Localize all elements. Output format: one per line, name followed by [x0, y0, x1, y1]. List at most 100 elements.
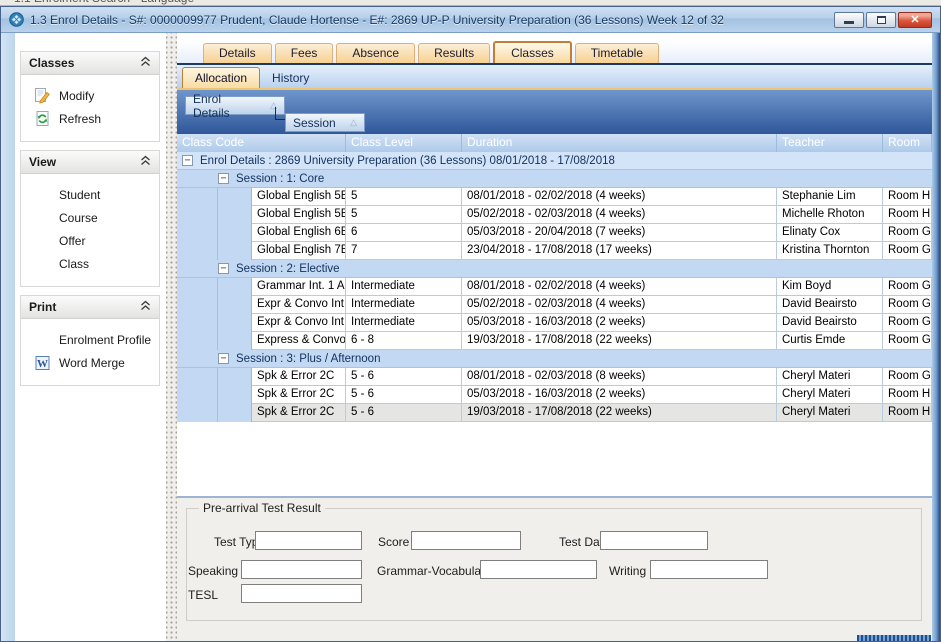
grid-cell-duration: 05/03/2018 - 16/03/2018 (2 weeks) [462, 386, 777, 404]
tab-timetable[interactable]: Timetable [575, 43, 659, 63]
svg-text:W: W [37, 358, 48, 370]
close-icon: ✕ [910, 13, 919, 26]
grammar-vocabulary-label: Grammar-Vocabulary [377, 564, 491, 578]
grid-cell-duration: 08/01/2018 - 02/03/2018 (8 weeks) [462, 368, 777, 386]
grid-data-row[interactable]: Global English 5B508/01/2018 - 02/02/201… [177, 188, 932, 206]
sidebar-splitter[interactable] [166, 33, 177, 641]
grid-data-row[interactable]: Global English 6B605/03/2018 - 20/04/201… [177, 224, 932, 242]
grid-data-row[interactable]: Spk & Error 2C5 - 605/03/2018 - 16/03/20… [177, 386, 932, 404]
grid-data-row[interactable]: Express & Convo II B6 - 819/03/2018 - 17… [177, 332, 932, 350]
grid-cell-teacher: Cheryl Materi [777, 386, 883, 404]
sidebar-panel-print: PrintEnrolment ProfileWWord Merge [20, 295, 160, 386]
grid-group-row-session[interactable]: −Session : 2: Elective [177, 260, 932, 278]
grid-cell-duration: 23/04/2018 - 17/08/2018 (17 weeks) [462, 242, 777, 260]
column-header-class-code[interactable]: Class Code [177, 134, 346, 152]
column-header-room[interactable]: Room [883, 134, 932, 152]
row-indent [177, 242, 252, 260]
refresh-icon [34, 111, 51, 127]
sidebar-panel-header-classes[interactable]: Classes [21, 52, 159, 75]
sidebar-panel-body: Enrolment ProfileWWord Merge [21, 319, 159, 385]
subtab-history[interactable]: History [260, 68, 321, 88]
collapse-icon[interactable]: − [218, 353, 229, 364]
grammar-vocabulary-input[interactable] [480, 560, 597, 579]
groupby-session-button[interactable]: Session △ [285, 113, 365, 132]
column-header-class-level[interactable]: Class Level [346, 134, 462, 152]
grid-cell-class-level: Intermediate [346, 296, 462, 314]
grid-data-row[interactable]: Spk & Error 2C5 - 619/03/2018 - 17/08/20… [177, 404, 932, 422]
writing-input[interactable] [650, 560, 768, 579]
sidebar-item-class[interactable]: Class [21, 252, 159, 275]
row-indent [177, 386, 252, 404]
grid-data-row[interactable]: Expr & Convo Int BIntermediate05/03/2018… [177, 314, 932, 332]
score-label: Score [378, 535, 409, 549]
tab-results[interactable]: Results [418, 43, 490, 63]
speaking-input[interactable] [241, 560, 362, 579]
subtab-strip: AllocationHistory [177, 65, 932, 90]
sidebar-item-course[interactable]: Course [21, 206, 159, 229]
grid-cell-class-code: Express & Convo II B [252, 332, 346, 350]
main-content: DetailsFeesAbsenceResultsClassesTimetabl… [177, 33, 932, 641]
groupby-button-label: Session [293, 116, 336, 130]
grid-group-row-session[interactable]: −Session : 3: Plus / Afternoon [177, 350, 932, 368]
tesl-input[interactable] [241, 584, 362, 603]
collapse-icon[interactable]: − [182, 155, 193, 166]
groupby-enrol-details-button[interactable]: Enrol Details △ [185, 96, 285, 115]
grid-data-row[interactable]: Global English 7B723/04/2018 - 17/08/201… [177, 242, 932, 260]
row-indent [177, 296, 252, 314]
grid-cell-teacher: David Beairsto [777, 296, 883, 314]
grid-data-row[interactable]: Grammar Int. 1 AIntermediate08/01/2018 -… [177, 278, 932, 296]
grid-cell-duration: 19/03/2018 - 17/08/2018 (22 weeks) [462, 332, 777, 350]
minimize-button[interactable] [834, 12, 864, 28]
collapse-icon[interactable]: − [218, 173, 229, 184]
sidebar-item-student[interactable]: Student [21, 183, 159, 206]
grid-data-row[interactable]: Global English 5B505/02/2018 - 02/03/201… [177, 206, 932, 224]
sidebar-panel-header-view[interactable]: View [21, 151, 159, 174]
sidebar-panel-title: View [29, 155, 56, 169]
grid-data-row[interactable]: Expr & Convo Int BIntermediate05/02/2018… [177, 296, 932, 314]
grid-cell-room: Room G - [883, 368, 932, 386]
score-input[interactable] [411, 531, 521, 550]
grid-cell-class-code: Grammar Int. 1 A [252, 278, 346, 296]
close-button[interactable]: ✕ [898, 12, 932, 28]
sidebar-item-enrolment-profile[interactable]: Enrolment Profile [21, 328, 159, 351]
grid-cell-room: Room G - [883, 278, 932, 296]
grid-group-row-session[interactable]: −Session : 1: Core [177, 170, 932, 188]
subtab-allocation[interactable]: Allocation [182, 67, 260, 88]
sidebar-item-offer[interactable]: Offer [21, 229, 159, 252]
tab-classes[interactable]: Classes [493, 41, 572, 63]
grid-group-row-enrol-details[interactable]: −Enrol Details : 2869 University Prepara… [177, 152, 932, 170]
restore-button[interactable] [866, 12, 896, 28]
minimize-icon [844, 21, 854, 24]
icon-placeholder [34, 332, 51, 348]
grid-cell-room: Room G - [883, 224, 932, 242]
column-header-teacher[interactable]: Teacher [777, 134, 883, 152]
grid-cell-class-level: 6 - 8 [346, 332, 462, 350]
sidebar-panel-header-print[interactable]: Print [21, 296, 159, 319]
grid-group-label: Session : 1: Core [236, 173, 324, 185]
tab-fees[interactable]: Fees [275, 43, 334, 63]
grid-cell-class-level: 5 - 6 [346, 404, 462, 422]
resize-grip[interactable] [857, 635, 931, 641]
grid-cell-teacher: Curtis Emde [777, 332, 883, 350]
grid-cell-room: Room H - [883, 188, 932, 206]
test-date-input[interactable] [600, 531, 708, 550]
grid-data-row[interactable]: Spk & Error 2C5 - 608/01/2018 - 02/03/20… [177, 368, 932, 386]
tab-details[interactable]: Details [203, 43, 272, 63]
test-type-input[interactable] [255, 531, 362, 550]
sidebar-item-refresh[interactable]: Refresh [21, 107, 159, 130]
grid-cell-room: Room G - [883, 332, 932, 350]
row-indent [177, 314, 252, 332]
grid-cell-class-level: Intermediate [346, 278, 462, 296]
pre-arrival-test-panel: Pre-arrival Test Result Test Type Score … [177, 496, 932, 641]
groupby-connector [275, 107, 285, 120]
row-indent [177, 278, 252, 296]
column-header-duration[interactable]: Duration [462, 134, 777, 152]
chevron-up-double-icon [140, 56, 151, 70]
grid-cell-room: Room G - [883, 296, 932, 314]
grid-cell-teacher: Elinaty Cox [777, 224, 883, 242]
sidebar-item-modify[interactable]: Modify [21, 84, 159, 107]
tab-absence[interactable]: Absence [336, 43, 415, 63]
collapse-icon[interactable]: − [218, 263, 229, 274]
sidebar-item-word-merge[interactable]: WWord Merge [21, 351, 159, 374]
restore-icon [877, 16, 886, 24]
